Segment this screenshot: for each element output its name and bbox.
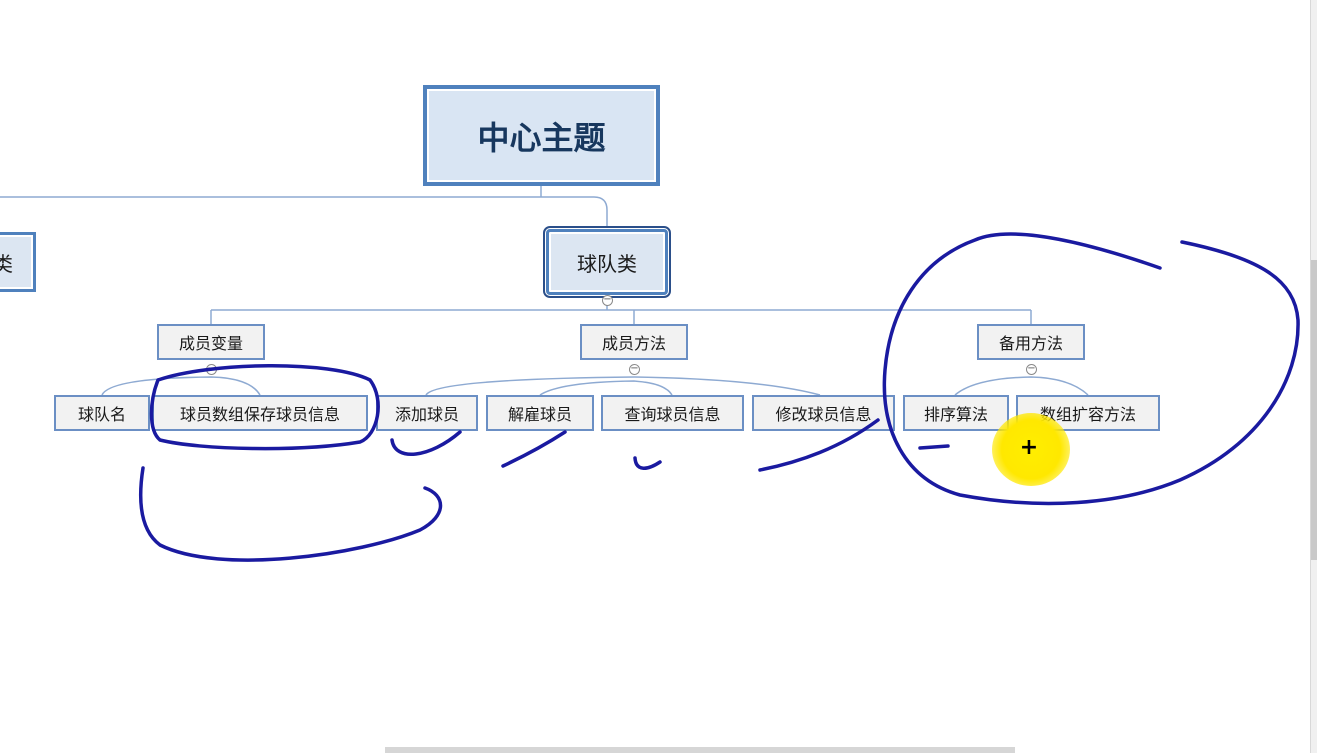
ink-tick-query bbox=[633, 456, 662, 470]
ink-tick-add bbox=[390, 430, 462, 456]
ink-bracket-below bbox=[138, 466, 443, 562]
vertical-scrollbar-thumb[interactable] bbox=[1311, 260, 1317, 560]
ink-loop-player-array bbox=[149, 364, 380, 451]
ink-stroke-modify bbox=[758, 418, 880, 472]
ink-annotations bbox=[138, 232, 1300, 562]
horizontal-scrollbar[interactable] bbox=[385, 747, 1015, 753]
cursor-crosshair-icon: + bbox=[1019, 435, 1039, 460]
ink-dash-sort bbox=[918, 444, 950, 450]
ink-tick-fire bbox=[501, 430, 567, 468]
ink-circle-backup bbox=[882, 232, 1300, 506]
mindmap-canvas[interactable]: 中心主题 类 球队类 − 成员变量 − 成员方法 − 备用方法 − 球队名 球员… bbox=[0, 0, 1317, 753]
